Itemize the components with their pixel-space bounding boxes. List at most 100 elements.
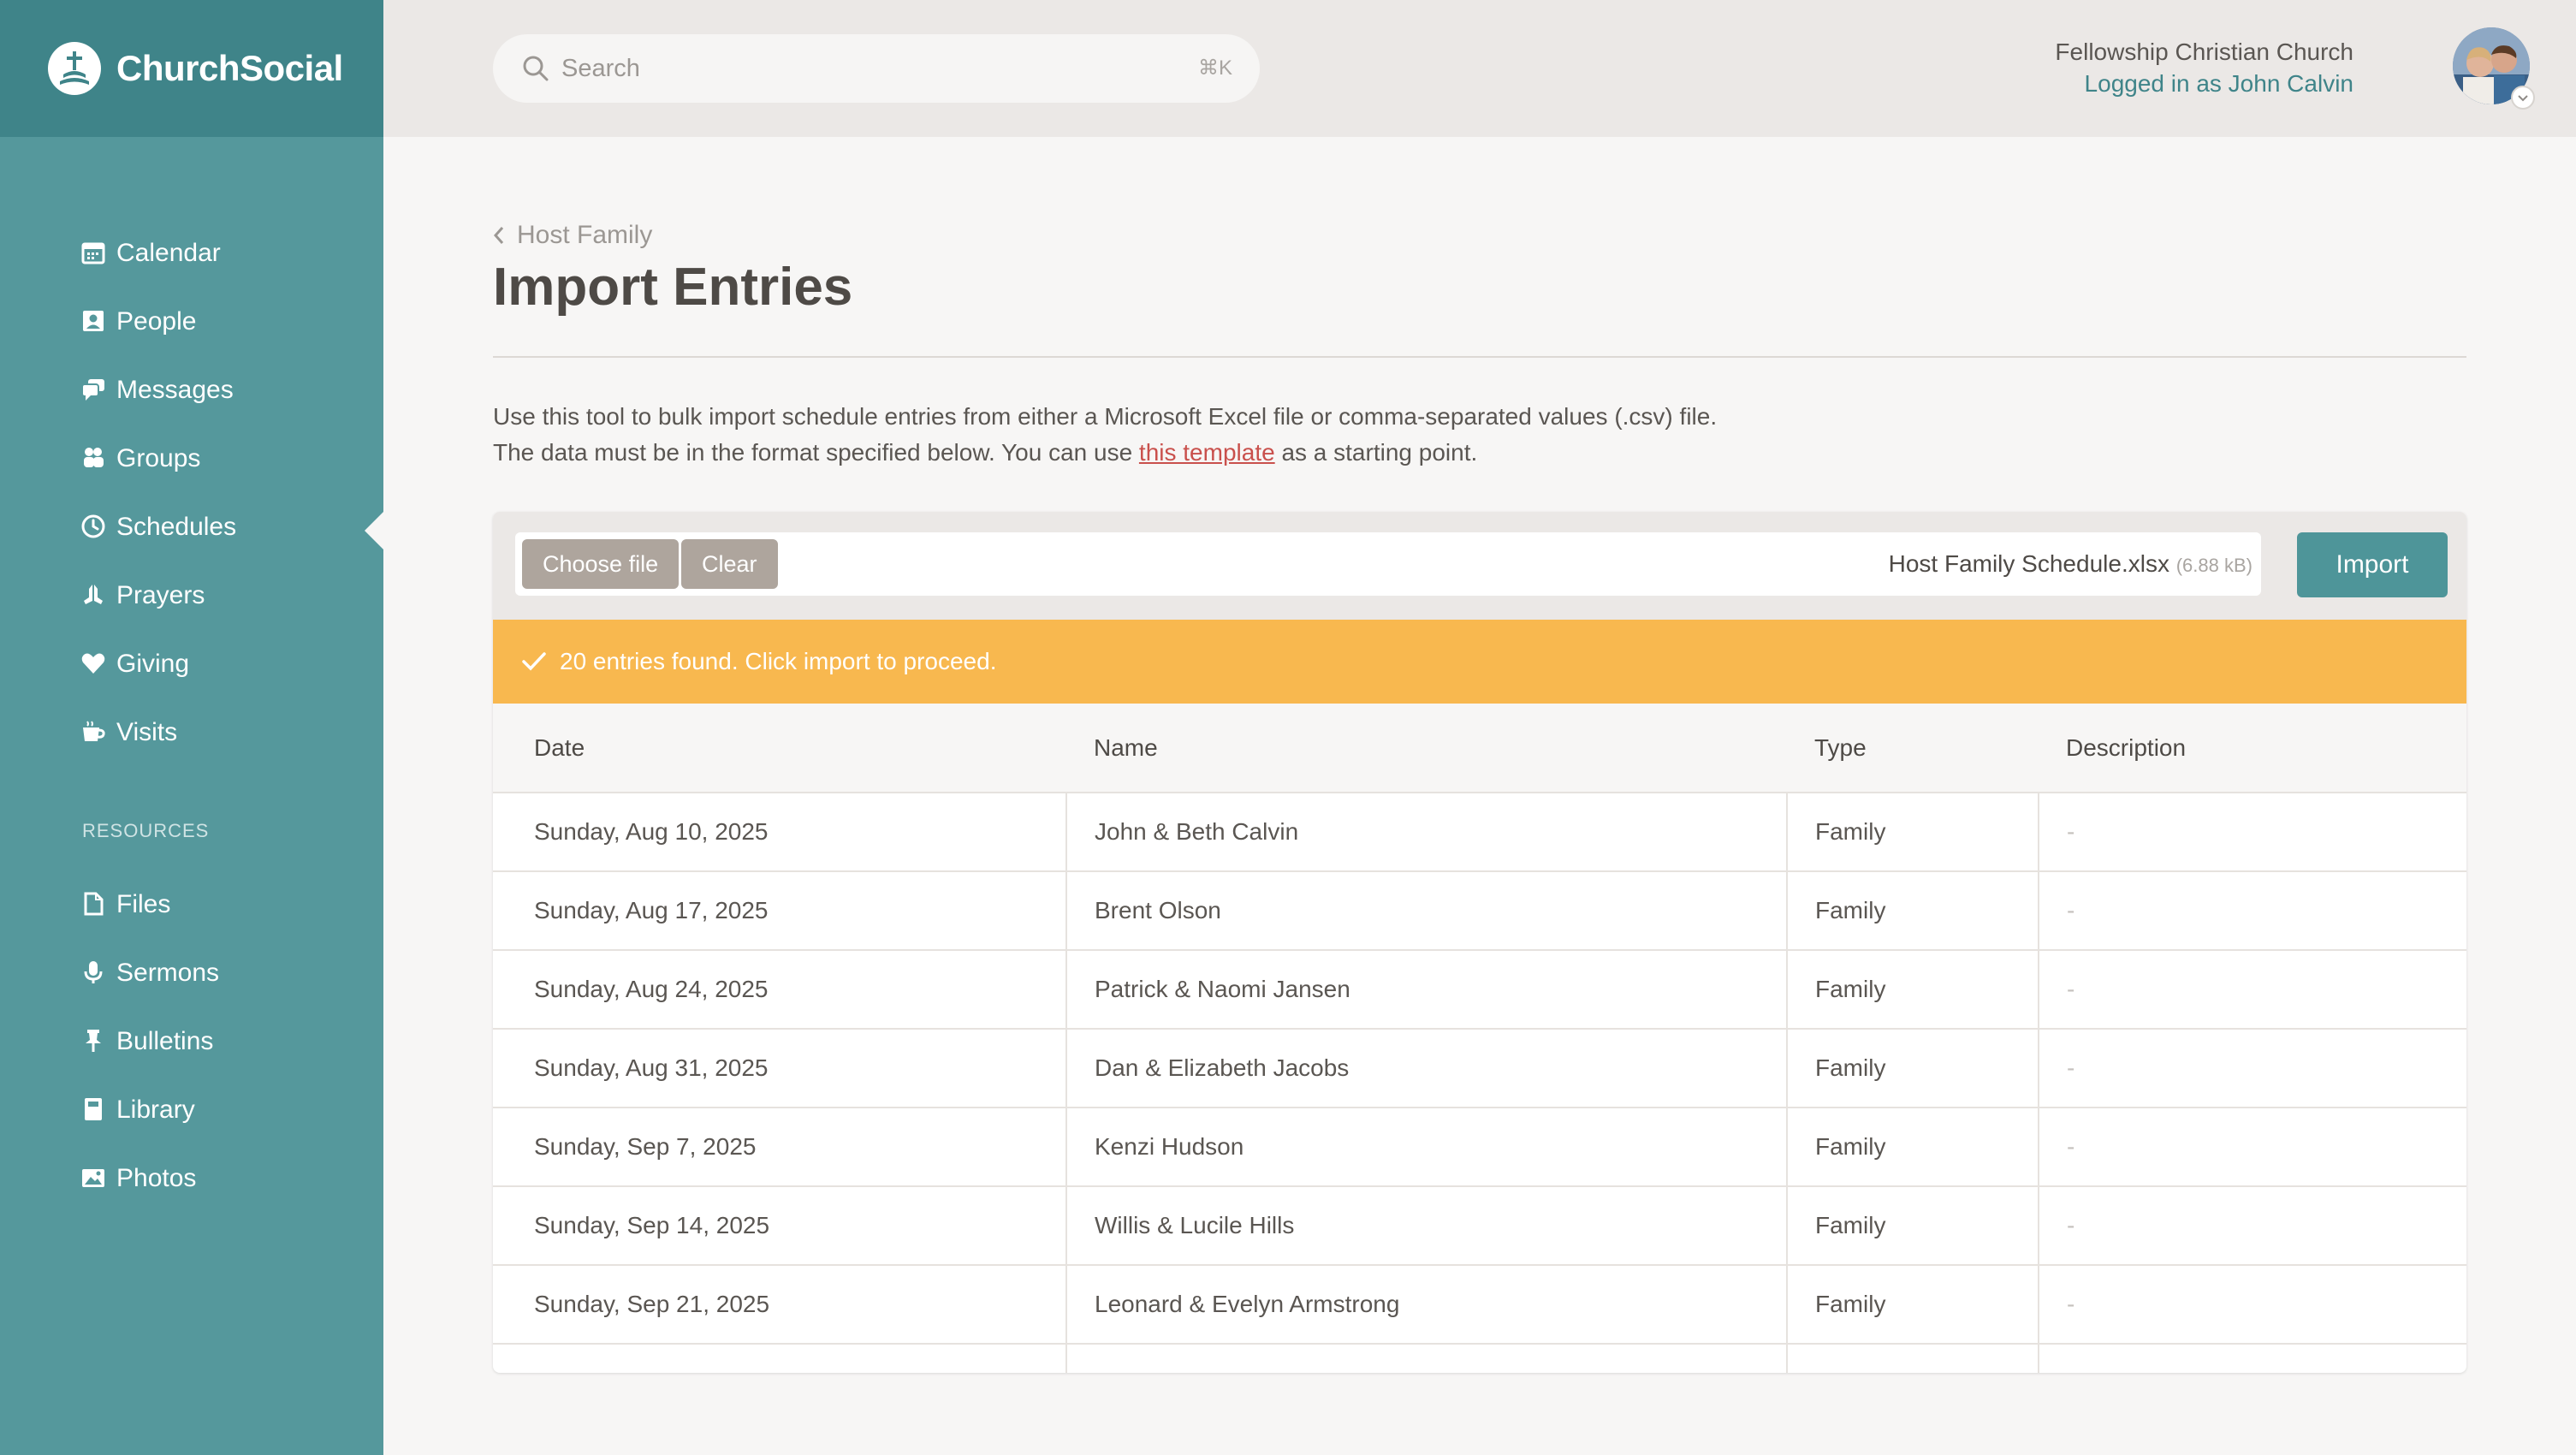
file-input[interactable]: Choose file Clear Host Family Schedule.x… [515, 532, 2261, 596]
coffee-cup-icon [83, 721, 105, 741]
table-row: Sunday, Sep 21, 2025 Leonard & Evelyn Ar… [493, 1265, 2466, 1345]
table-row: Sunday, Sep 7, 2025 Kenzi Hudson Family … [493, 1108, 2466, 1187]
name-cell: Patrick & Naomi Jansen [1065, 950, 1787, 1030]
messages-icon [81, 379, 104, 401]
church-logo-icon [48, 42, 101, 95]
search-placeholder: Search [561, 55, 640, 82]
praying-hands-icon [84, 585, 103, 604]
type-cell [1786, 1344, 2039, 1373]
column-header-date[interactable]: Date [493, 704, 1066, 793]
book-icon [85, 1098, 102, 1120]
search-input[interactable]: Search ⌘K [493, 34, 1260, 103]
sidebar-item-label: Bulletins [116, 1027, 214, 1055]
resources-nav: Files Sermons Bulletins Library Photos [0, 870, 383, 1213]
date-cell: Sunday, Aug 17, 2025 [493, 871, 1066, 951]
date-cell: Sunday, Sep 21, 2025 [493, 1265, 1066, 1345]
template-link[interactable]: this template [1139, 439, 1275, 466]
sidebar-item-groups[interactable]: Groups [0, 425, 383, 493]
file-size: (6.88 kB) [2175, 555, 2253, 576]
brand[interactable]: ChurchSocial [0, 0, 383, 137]
org-name: Fellowship Christian Church [2055, 39, 2353, 65]
calendar-icon [81, 242, 105, 264]
type-cell: Family [1786, 793, 2039, 872]
file-icon [84, 892, 104, 916]
sidebar-item-bulletins[interactable]: Bulletins [0, 1007, 383, 1076]
upload-bar: Choose file Clear Host Family Schedule.x… [493, 512, 2466, 620]
sidebar-item-library[interactable]: Library [0, 1076, 383, 1144]
date-cell: Sunday, Sep 14, 2025 [493, 1186, 1066, 1266]
date-cell: Sunday, Aug 24, 2025 [493, 950, 1066, 1030]
sidebar-item-label: Calendar [116, 239, 221, 267]
table-header-row: Date Name Type Description [493, 704, 2466, 793]
sidebar-item-messages[interactable]: Messages [0, 356, 383, 425]
type-cell: Family [1786, 871, 2039, 951]
column-header-name[interactable]: Name [1066, 704, 1787, 793]
name-cell: Leonard & Evelyn Armstrong [1065, 1265, 1787, 1345]
sidebar-item-label: Photos [116, 1164, 197, 1192]
pin-icon [86, 1030, 101, 1052]
type-cell: Family [1786, 950, 2039, 1030]
status-alert: 20 entries found. Click import to procee… [493, 620, 2466, 704]
microphone-icon [84, 961, 103, 983]
sidebar-item-people[interactable]: People [0, 288, 383, 356]
main-nav: Calendar People Messages Groups Schedule… [0, 219, 383, 767]
description-cell: - [2038, 1108, 2466, 1187]
sidebar-item-label: Sermons [116, 959, 220, 987]
name-cell: Willis & Lucile Hills [1065, 1186, 1787, 1266]
divider [493, 356, 2466, 358]
import-button[interactable]: Import [2297, 532, 2448, 597]
sidebar-item-prayers[interactable]: Prayers [0, 561, 383, 630]
sidebar-item-files[interactable]: Files [0, 870, 383, 939]
sidebar-item-label: Messages [116, 376, 234, 404]
groups-icon [84, 448, 104, 467]
intro-line-1: Use this tool to bulk import schedule en… [493, 403, 1718, 430]
type-cell: Family [1786, 1029, 2039, 1108]
type-cell: Family [1786, 1265, 2039, 1345]
description-cell: - [2038, 1029, 2466, 1108]
description-cell: - [2038, 950, 2466, 1030]
description-cell [2038, 1344, 2466, 1373]
sidebar-item-schedules[interactable]: Schedules [0, 493, 383, 561]
name-cell: Kenzi Hudson [1065, 1108, 1787, 1187]
sidebar-item-calendar[interactable]: Calendar [0, 219, 383, 288]
alert-message: 20 entries found. Click import to procee… [560, 648, 997, 674]
name-cell [1065, 1344, 1787, 1373]
selected-file: Host Family Schedule.xlsx (6.88 kB) [1889, 532, 2253, 597]
import-card: Choose file Clear Host Family Schedule.x… [493, 512, 2466, 1373]
clock-icon [81, 514, 105, 538]
heart-icon [81, 653, 105, 674]
sidebar-item-visits[interactable]: Visits [0, 698, 383, 767]
table-row: Sunday, Sep 14, 2025 Willis & Lucile Hil… [493, 1186, 2466, 1266]
page-title: Import Entries [493, 258, 853, 317]
logged-in-user[interactable]: Logged in as John Calvin [2055, 68, 2353, 99]
sidebar-item-label: Groups [116, 444, 201, 472]
table-row: Sunday, Aug 10, 2025 John & Beth Calvin … [493, 793, 2466, 872]
sidebar-item-giving[interactable]: Giving [0, 630, 383, 698]
intro-line-2-start: The data must be in the format specified… [493, 439, 1139, 466]
sidebar-item-photos[interactable]: Photos [0, 1144, 383, 1213]
sidebar-item-sermons[interactable]: Sermons [0, 939, 383, 1007]
sidebar-item-label: Prayers [116, 581, 205, 609]
type-cell: Family [1786, 1108, 2039, 1187]
name-cell: Brent Olson [1065, 871, 1787, 951]
breadcrumb[interactable]: Host Family [493, 221, 652, 250]
intro-line-2-end: as a starting point. [1274, 439, 1478, 466]
brand-name: ChurchSocial [116, 48, 343, 88]
chevron-down-icon[interactable] [2511, 86, 2535, 110]
intro-line-2: The data must be in the format specified… [493, 435, 1717, 471]
file-name: Host Family Schedule.xlsx [1888, 550, 2169, 577]
top-bar: Search ⌘K Fellowship Christian Church Lo… [383, 0, 2576, 137]
table-row-partial [493, 1344, 2466, 1373]
checkmark-icon [522, 652, 546, 671]
sidebar-item-label: Library [116, 1096, 195, 1124]
description-cell: - [2038, 793, 2466, 872]
column-header-description[interactable]: Description [2039, 704, 2466, 793]
name-cell: Dan & Elizabeth Jacobs [1065, 1029, 1787, 1108]
sidebar-item-label: Schedules [116, 513, 237, 541]
column-header-type[interactable]: Type [1787, 704, 2039, 793]
choose-file-button[interactable]: Choose file [522, 539, 680, 589]
date-cell: Sunday, Aug 31, 2025 [493, 1029, 1066, 1108]
table-row: Sunday, Aug 17, 2025 Brent Olson Family … [493, 871, 2466, 951]
breadcrumb-link[interactable]: Host Family [517, 221, 652, 250]
clear-button[interactable]: Clear [681, 539, 778, 589]
